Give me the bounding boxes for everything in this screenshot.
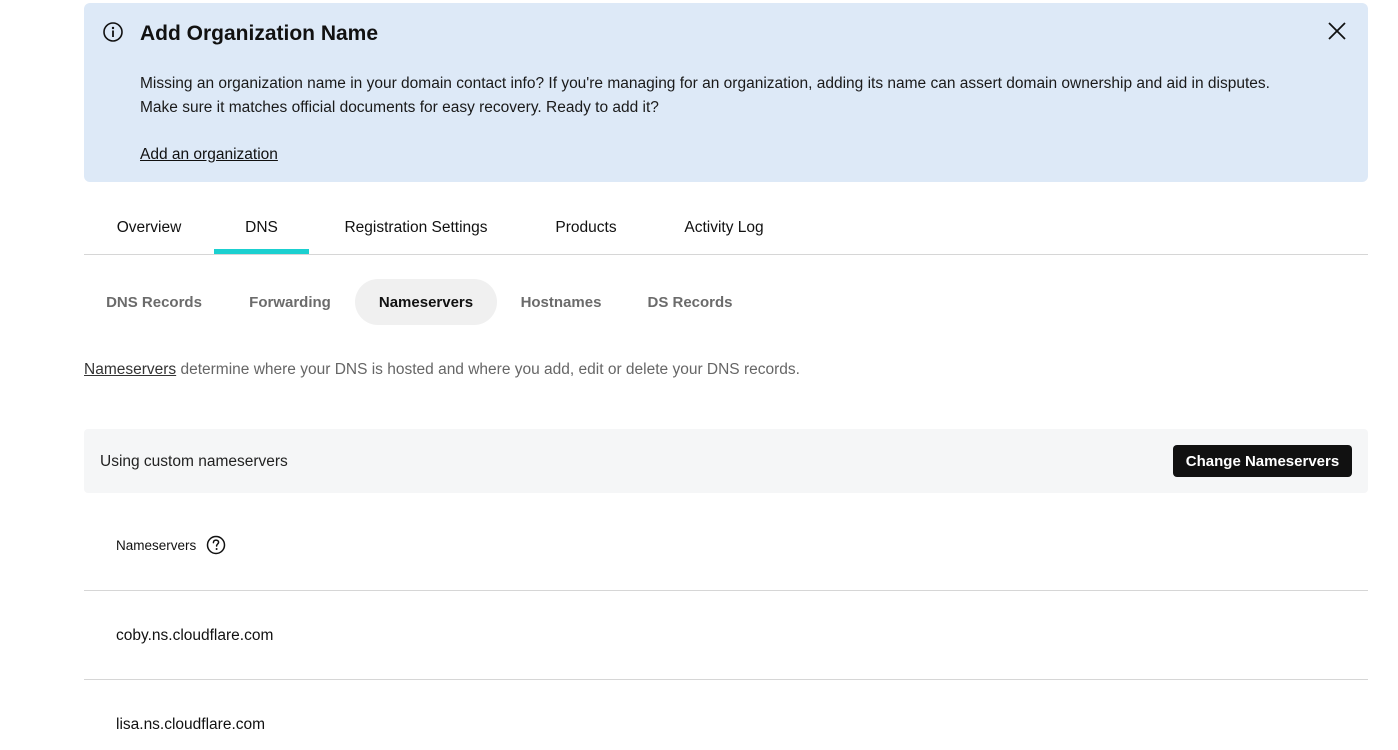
banner-body: Missing an organization name in your dom… — [140, 72, 1340, 120]
banner-body-line-2: Make sure it matches official documents … — [140, 99, 659, 116]
change-nameservers-button[interactable]: Change Nameservers — [1173, 445, 1352, 477]
nameserver-status-bar: Using custom nameservers Change Nameserv… — [84, 429, 1368, 493]
list-divider — [84, 679, 1368, 680]
close-icon — [1327, 21, 1347, 46]
list-item: coby.ns.cloudflare.com — [116, 627, 274, 644]
add-organization-link[interactable]: Add an organization — [140, 146, 278, 164]
tab-registration-settings[interactable]: Registration Settings — [334, 203, 498, 254]
banner-title: Add Organization Name — [140, 22, 379, 45]
close-banner-button[interactable] — [1324, 20, 1350, 46]
subtab-forwarding[interactable]: Forwarding — [236, 279, 344, 325]
tab-activity-log[interactable]: Activity Log — [674, 203, 774, 254]
nameservers-header-label: Nameservers — [116, 537, 197, 553]
subtab-ds-records[interactable]: DS Records — [636, 279, 744, 325]
nameserver-status-label: Using custom nameservers — [100, 453, 288, 470]
list-item: lisa.ns.cloudflare.com — [116, 716, 266, 733]
subtab-nameservers[interactable]: Nameservers — [355, 279, 497, 325]
tab-products[interactable]: Products — [546, 203, 626, 254]
domain-dns-page: Add Organization Name Missing an organiz… — [0, 0, 1398, 750]
nameservers-help-link[interactable]: Nameservers — [84, 361, 176, 378]
list-divider — [84, 590, 1368, 591]
nameservers-header: Nameservers — [116, 535, 226, 555]
tab-overview[interactable]: Overview — [100, 203, 198, 254]
domain-tabs: Overview DNS Registration Settings Produ… — [84, 203, 1368, 255]
nameservers-description: Nameservers determine where your DNS is … — [84, 361, 800, 379]
info-icon — [102, 21, 124, 43]
description-text: determine where your DNS is hosted and w… — [176, 361, 800, 378]
subtab-dns-records[interactable]: DNS Records — [94, 279, 214, 325]
tab-dns[interactable]: DNS — [214, 203, 309, 254]
question-circle-icon[interactable] — [206, 535, 226, 555]
add-organization-banner: Add Organization Name Missing an organiz… — [84, 3, 1368, 182]
banner-body-line-1: Missing an organization name in your dom… — [140, 75, 1270, 92]
subtab-hostnames[interactable]: Hostnames — [507, 279, 615, 325]
